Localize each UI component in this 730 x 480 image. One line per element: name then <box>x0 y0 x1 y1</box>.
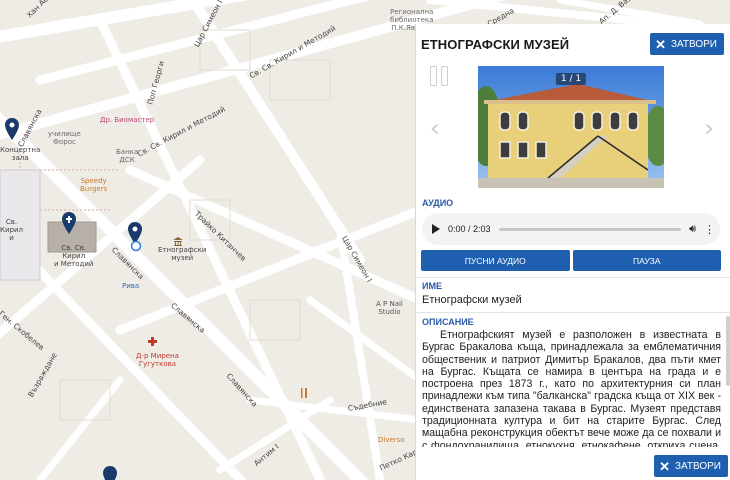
description-text: Етнографският музей е разположен в извес… <box>422 329 721 447</box>
poi-ap-nail[interactable]: A P Nail Studio <box>376 300 403 316</box>
name-value: Етнографски музей <box>422 294 522 306</box>
play-audio-button[interactable]: ПУСНИ АУДИО <box>421 250 570 271</box>
pause-icon[interactable] <box>430 66 448 88</box>
current-location-icon <box>130 240 142 252</box>
poi-speedy[interactable]: Speedy Burgers <box>80 177 107 193</box>
pause-audio-button[interactable]: ПАУЗА <box>572 250 721 271</box>
close-label: ЗАТВОРИ <box>670 38 717 50</box>
chevron-right-icon[interactable]: › <box>704 116 714 140</box>
volume-icon[interactable]: 🔊︎ <box>689 222 696 236</box>
poi-concert-hall[interactable]: Концертна зала <box>0 146 40 162</box>
panel-header: ЕТНОГРАФСКИ МУЗЕЙ ✕ ЗАТВОРИ <box>416 24 730 64</box>
poi-church[interactable]: Св. Св. Кирил и Методий <box>54 244 93 268</box>
poi-diverso[interactable]: Diverso <box>378 436 405 444</box>
poi-left-church[interactable]: Св. Кирил и <box>0 218 23 242</box>
play-icon[interactable] <box>432 224 440 234</box>
panel-title: ЕТНОГРАФСКИ МУЗЕЙ <box>421 36 570 52</box>
map-pin-icon[interactable] <box>5 118 19 140</box>
close-icon: ✕ <box>659 458 670 474</box>
restaurant-icon <box>301 388 307 398</box>
audio-player[interactable]: 0:00 / 2:03 🔊︎ ⋮ <box>422 213 720 245</box>
museum-photo: 1 / 1 <box>478 66 664 188</box>
audio-progress-track[interactable] <box>498 227 682 231</box>
audio-time: 0:00 / 2:03 <box>448 224 491 234</box>
poi-detail-panel: ЕТНОГРАФСКИ МУЗЕЙ ✕ ЗАТВОРИ ‹ 1 / 1 › АУ… <box>415 24 730 480</box>
poi-ethno-museum[interactable]: Етнографски музей <box>158 246 206 262</box>
poi-pharmacy[interactable]: Д-р Мирена Гугуткова <box>136 352 179 368</box>
poi-biomaster[interactable]: Др. Биомастер <box>100 116 154 124</box>
map-pin-icon[interactable] <box>62 212 76 234</box>
chevron-left-icon[interactable]: ‹ <box>430 116 440 140</box>
poi-bank-dsk[interactable]: Банка ДСК <box>116 148 138 164</box>
poi-riva[interactable]: Рива <box>122 282 139 290</box>
museum-icon <box>173 237 183 246</box>
image-gallery[interactable]: ‹ 1 / 1 › <box>416 64 730 194</box>
divider <box>416 312 730 313</box>
divider <box>416 277 730 278</box>
close-button-top[interactable]: ✕ ЗАТВОРИ <box>650 33 724 55</box>
audio-buttons: ПУСНИ АУДИО ПАУЗА <box>421 250 721 271</box>
close-button-bottom[interactable]: ✕ ЗАТВОРИ <box>654 455 728 477</box>
pharmacy-icon <box>148 337 157 346</box>
map-pin-icon[interactable] <box>103 466 117 480</box>
close-label: ЗАТВОРИ <box>674 460 721 472</box>
scrollbar[interactable] <box>726 316 730 386</box>
audio-label: АУДИО <box>422 198 454 208</box>
more-options-icon[interactable]: ⋮ <box>704 223 715 236</box>
poi-school[interactable]: училище Форос <box>48 130 81 146</box>
name-label: ИМЕ <box>422 281 442 291</box>
description-label: ОПИСАНИЕ <box>422 317 474 327</box>
gallery-counter: 1 / 1 <box>555 73 587 85</box>
panel-footer: ✕ ЗАТВОРИ <box>416 452 730 480</box>
close-icon: ✕ <box>655 36 666 52</box>
